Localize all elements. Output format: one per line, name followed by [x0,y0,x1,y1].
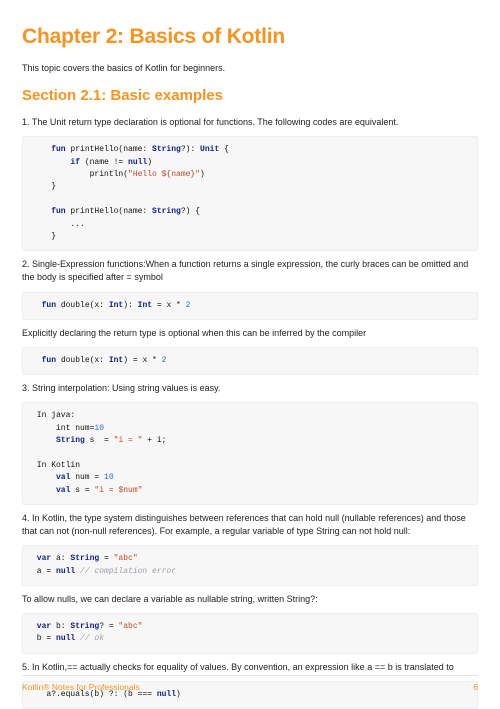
footer-title: Kotlin® Notes for Professionals [22,681,140,693]
code-block-5: var a: String = "abc" a = null // compil… [22,545,478,586]
code-block-2: fun double(x: Int): Int = x * 2 [22,292,478,320]
para-2: 2. Single-Expression functions:When a fu… [22,258,478,284]
section-title: Section 2.1: Basic examples [22,85,478,107]
chapter-title: Chapter 2: Basics of Kotlin [22,22,478,52]
para-6: To allow nulls, we can declare a variabl… [22,593,478,606]
para-4: 3. String interpolation: Using string va… [22,382,478,395]
chapter-intro: This topic covers the basics of Kotlin f… [22,62,478,75]
code-block-3: fun double(x: Int) = x * 2 [22,347,478,375]
code-block-6: var b: String? = "abc" b = null // ok [22,613,478,654]
para-1: 1. The Unit return type declaration is o… [22,116,478,129]
para-3: Explicitly declaring the return type is … [22,327,478,340]
page-number: 6 [473,681,478,693]
code-block-4: In java: int num=10 String s = "i = " + … [22,402,478,505]
page-footer: Kotlin® Notes for Professionals 6 [22,675,478,693]
para-5: 4. In Kotlin, the type system distinguis… [22,512,478,538]
code-block-1: fun printHello(name: String?): Unit { if… [22,136,478,251]
para-7: 5. In Kotlin,== actually checks for equa… [22,661,478,674]
